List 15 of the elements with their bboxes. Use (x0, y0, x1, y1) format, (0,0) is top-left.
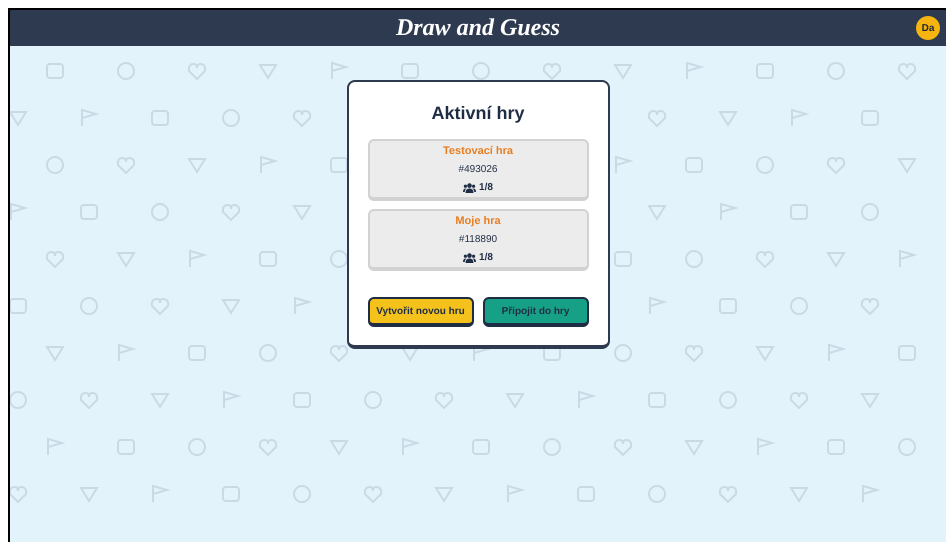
game-card[interactable]: Testovací hra #493026 1/8 (368, 139, 588, 201)
player-count: 1/8 (479, 181, 493, 196)
dialog-title: Aktivní hry (431, 102, 525, 125)
join-game-button[interactable]: Připojit do hry (482, 297, 588, 327)
game-name: Testovací hra (442, 144, 514, 159)
app-title: Draw and Guess (396, 14, 560, 43)
create-game-button[interactable]: Vytvořit novou hru (368, 297, 474, 327)
avatar[interactable]: Da (916, 16, 940, 40)
users-icon (463, 252, 476, 263)
game-code: #118890 (458, 233, 498, 248)
users-icon (463, 182, 476, 193)
game-name: Moje hra (455, 214, 501, 229)
player-count: 1/8 (479, 251, 493, 266)
game-code: #493026 (458, 163, 498, 178)
game-card[interactable]: Moje hra #118890 1/8 (368, 209, 588, 271)
